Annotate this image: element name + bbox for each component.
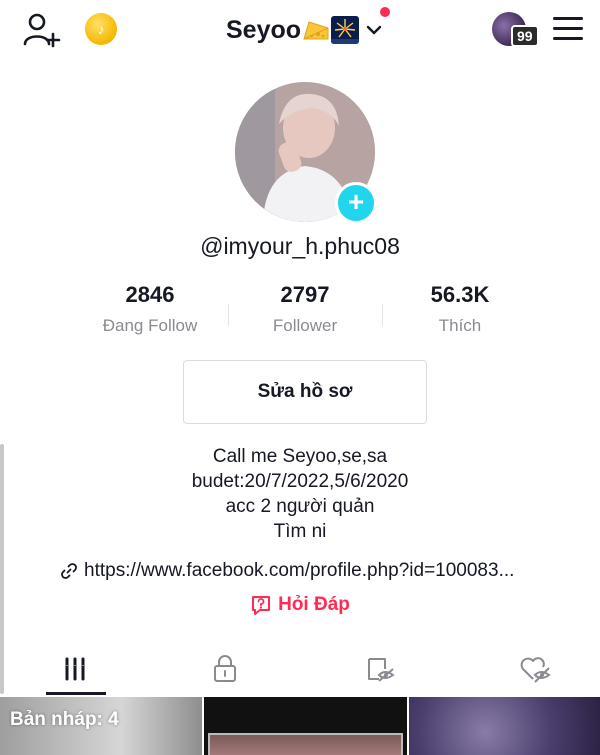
chevron-down-icon xyxy=(366,25,382,35)
liked-hidden-icon xyxy=(520,657,551,683)
stat-followers[interactable]: 2797 Follower xyxy=(227,282,383,336)
video-thumbnail[interactable] xyxy=(204,697,407,755)
reposts-icon xyxy=(368,658,395,682)
stat-likes-value: 56.3K xyxy=(430,282,490,307)
tab-liked[interactable] xyxy=(460,640,600,698)
private-lock-icon xyxy=(214,655,236,682)
stat-followers-value: 2797 xyxy=(280,282,330,307)
account-switcher[interactable]: Seyoo xyxy=(226,12,383,48)
edge-handle[interactable] xyxy=(0,444,4,694)
tab-private[interactable] xyxy=(150,640,300,698)
draft-thumbnail[interactable]: Bản nháp: 4 xyxy=(0,697,202,755)
top-bar: ♪ Seyoo 99 xyxy=(0,0,600,62)
add-avatar-button[interactable]: + xyxy=(335,182,377,224)
stat-following-label: Đang Follow xyxy=(102,316,198,335)
draft-label: Bản nháp: 4 xyxy=(10,709,119,730)
video-thumbnail-image xyxy=(208,733,403,755)
fireworks-emoji-icon xyxy=(331,16,360,44)
tab-reposts[interactable] xyxy=(305,640,455,698)
video-grid: Bản nháp: 4 xyxy=(0,697,600,755)
notification-count-badge: 99 xyxy=(511,25,539,47)
bio-line: Call me Seyoo,se,sa xyxy=(212,446,388,467)
qa-link[interactable]: Hỏi Đáp xyxy=(0,594,600,616)
username: @imyour_h.phuc08 xyxy=(200,233,400,259)
link-icon xyxy=(61,563,77,579)
stat-following-value: 2846 xyxy=(125,282,175,307)
cheese-emoji-icon xyxy=(303,21,329,40)
stat-following[interactable]: 2846 Đang Follow xyxy=(72,282,228,336)
edit-profile-button[interactable]: Sửa hồ sơ xyxy=(183,360,427,424)
qa-label: Hỏi Đáp xyxy=(278,594,350,615)
bio: Call me Seyoo,se,sa budet:20/7/2022,5/6/… xyxy=(0,444,600,544)
content-tabs xyxy=(0,640,600,698)
stat-likes[interactable]: 56.3K Thích xyxy=(382,282,538,336)
videos-grid-icon xyxy=(65,657,85,681)
profile-link-text: https://www.facebook.com/profile.php?id=… xyxy=(84,560,515,581)
stat-followers-label: Follower xyxy=(272,316,338,335)
profile-link[interactable]: https://www.facebook.com/profile.php?id=… xyxy=(60,558,560,584)
bio-line: budet:20/7/2022,5/6/2020 xyxy=(191,471,409,492)
video-thumbnail[interactable] xyxy=(409,697,600,755)
add-user-icon[interactable] xyxy=(22,12,62,48)
stat-likes-label: Thích xyxy=(438,316,482,335)
plus-glyph: + xyxy=(347,185,365,217)
bio-line: Tìm ni xyxy=(273,521,327,542)
menu-icon[interactable] xyxy=(553,17,583,41)
profile-stats: 2846 Đang Follow 2797 Follower 56.3K Thí… xyxy=(72,282,538,342)
active-tab-indicator xyxy=(46,692,106,695)
coin-glyph: ♪ xyxy=(97,21,105,37)
profile-title: Seyoo xyxy=(226,15,302,44)
notification-dot xyxy=(380,7,390,17)
coin-icon[interactable]: ♪ xyxy=(85,13,117,45)
tab-videos[interactable] xyxy=(0,640,150,698)
bio-line: acc 2 người quản xyxy=(225,496,375,517)
question-icon xyxy=(252,596,271,615)
